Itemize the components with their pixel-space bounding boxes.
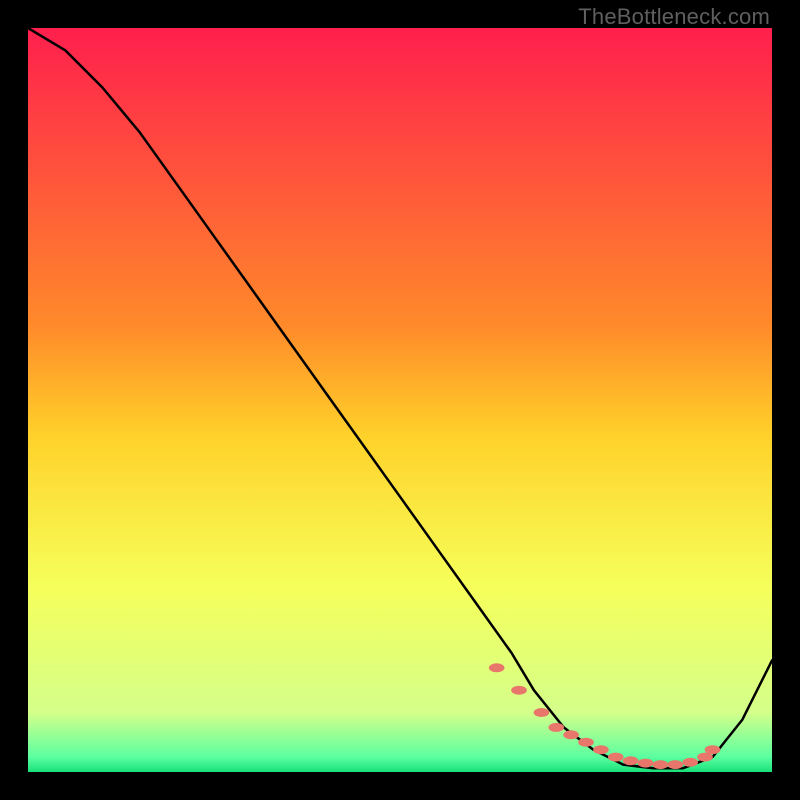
bottleneck-chart (28, 28, 772, 772)
highlight-dot (578, 738, 594, 747)
highlight-dot (489, 663, 505, 672)
highlight-dot (705, 745, 721, 754)
highlight-dot (548, 723, 564, 732)
highlight-dot (511, 686, 527, 695)
highlight-dot (534, 708, 550, 717)
highlight-dot (623, 756, 639, 765)
highlight-dot (563, 730, 579, 739)
highlight-dot (682, 758, 698, 767)
highlight-dot (653, 760, 669, 769)
highlight-dot (608, 753, 624, 762)
highlight-dot (593, 745, 609, 754)
highlight-dot (638, 759, 654, 768)
attribution-label: TheBottleneck.com (578, 4, 770, 30)
chart-frame (28, 28, 772, 772)
highlight-dot (668, 760, 684, 769)
chart-background-gradient (28, 28, 772, 772)
